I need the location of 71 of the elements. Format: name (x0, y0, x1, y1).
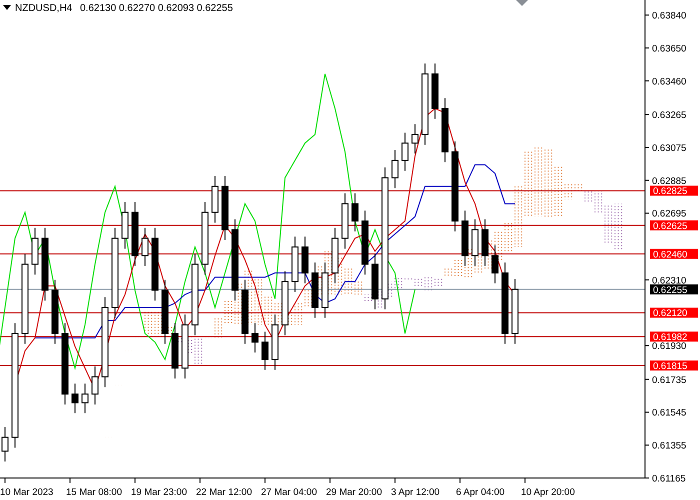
candlestick (442, 98, 448, 163)
time-axis-label: 10 Mar 2023 (0, 487, 54, 498)
candlestick (302, 236, 308, 284)
price-axis-label: 0.62885 (652, 176, 686, 187)
candlestick (272, 314, 278, 370)
price-axis-label: 0.63840 (652, 10, 686, 22)
time-axis-label: 3 Apr 12:00 (391, 487, 440, 498)
price-axis-label: 0.63075 (652, 142, 686, 154)
candlestick (332, 227, 338, 284)
candlestick (132, 201, 138, 266)
candlestick (512, 278, 518, 344)
candlestick (142, 227, 148, 266)
price-axis-label: 0.63650 (652, 43, 686, 54)
candlestick (492, 244, 498, 284)
time-axis-label: 6 Apr 04:00 (456, 487, 505, 498)
candlestick (212, 176, 218, 224)
candlestick (372, 253, 378, 310)
candlestick (282, 270, 288, 336)
candlestick (462, 210, 468, 266)
candlestick (2, 426, 8, 462)
price-axis-label: 0.63265 (652, 110, 686, 122)
current-price-tag: 0.62255 (650, 284, 698, 296)
candlestick (362, 210, 368, 276)
price-axis-label: 0.61930 (652, 341, 686, 352)
dropdown-triangle-icon[interactable] (3, 5, 11, 10)
time-axis-label: 27 Mar 04:00 (261, 487, 317, 498)
price-axis-label: 0.61165 (652, 474, 686, 484)
candlestick (252, 322, 258, 354)
candlestick (92, 366, 98, 405)
price-axis-label: 0.63460 (652, 76, 686, 88)
candlestick (412, 124, 418, 154)
candlestick (432, 63, 438, 120)
candlestick (72, 383, 78, 414)
price-level-tag: 0.62625 (650, 220, 698, 232)
candlestick (292, 236, 298, 292)
price-axis-label: 0.61355 (652, 440, 686, 452)
price-level-tag: 0.62120 (650, 308, 698, 320)
price-level-tag: 0.61982 (650, 332, 698, 344)
candlestick (322, 262, 328, 318)
price-axis-label: 0.61545 (652, 408, 686, 419)
time-axis-label: 15 Mar 08:00 (66, 487, 122, 498)
candlestick (402, 132, 408, 172)
candlestick (482, 218, 488, 266)
candlestick (342, 192, 348, 250)
candlestick (352, 192, 358, 232)
candlestick (262, 331, 268, 370)
candlestick (182, 314, 188, 379)
time-axis-label: 19 Mar 23:00 (131, 487, 187, 498)
candlestick (392, 150, 398, 189)
price-level-tag: 0.62825 (650, 186, 698, 198)
time-axis-label: 29 Mar 20:00 (326, 487, 382, 498)
price-axis-label: 0.62310 (652, 275, 686, 286)
price-level-tag: 0.61815 (650, 360, 698, 372)
ohlc-values: 0.62130 0.62270 0.62093 0.62255 (80, 3, 233, 14)
symbol-label: NZDUSD,H4 (15, 3, 72, 14)
price-axis-label: 0.61735 (652, 374, 686, 386)
candlestick (82, 383, 88, 414)
time-axis-label: 22 Mar 12:00 (196, 487, 252, 498)
candlestick (222, 176, 228, 241)
candlestick (162, 279, 168, 344)
candlestick (312, 262, 318, 318)
candlestick (472, 218, 478, 266)
candlestick (242, 279, 248, 344)
price-axis-label: 0.62695 (652, 208, 686, 220)
price-level-tag: 0.62460 (650, 248, 698, 260)
time-axis-label: 10 Apr 20:00 (521, 487, 575, 498)
chart-shift-marker-icon[interactable] (516, 0, 528, 6)
candlestick (52, 279, 58, 344)
candlestick (32, 227, 38, 276)
candlestick (122, 201, 128, 250)
candlestick (172, 322, 178, 379)
